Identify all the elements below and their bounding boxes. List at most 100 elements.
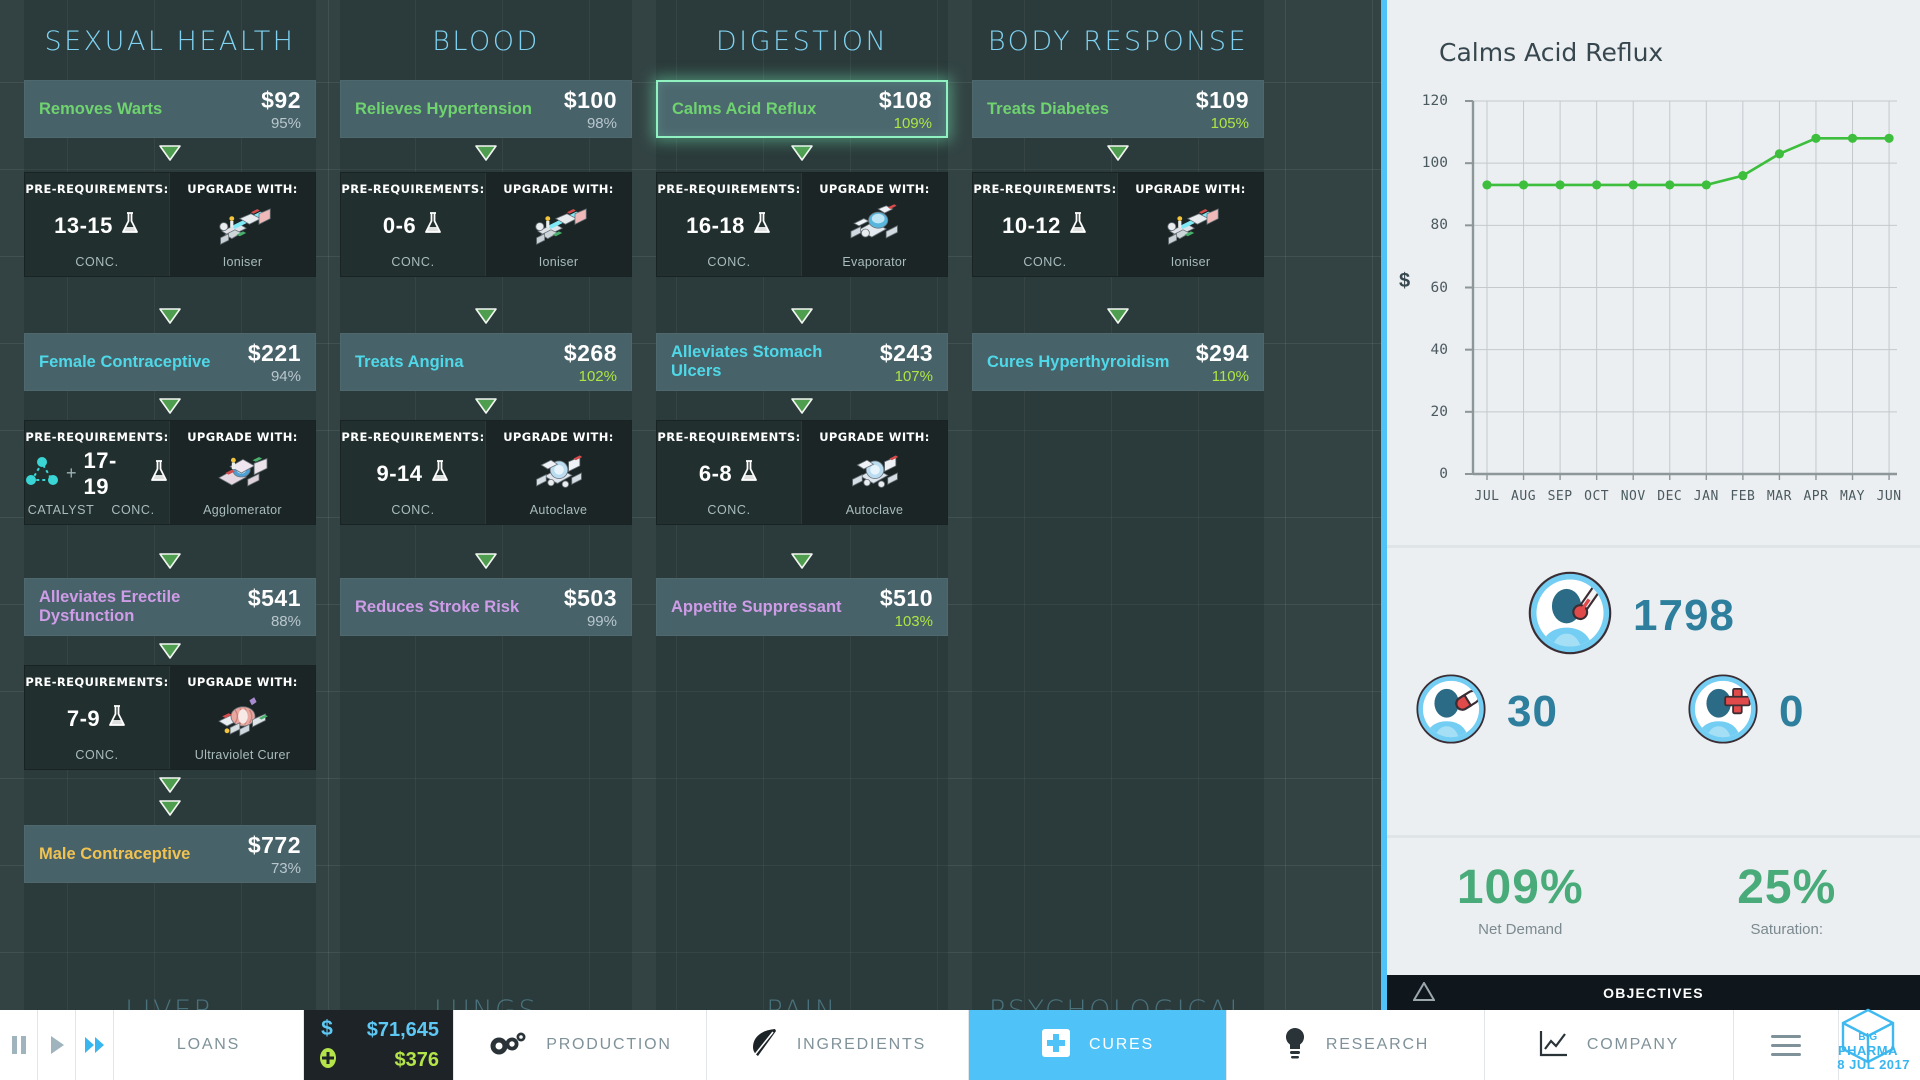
requirement-value: 6-8 <box>698 460 733 486</box>
chart-title: Calms Acid Reflux <box>1439 38 1664 67</box>
cure-name: Appetite Suppressant <box>671 597 842 616</box>
play-icon <box>50 1036 64 1054</box>
cure-percent: 98% <box>586 114 617 132</box>
cure-price: $772 <box>247 831 301 858</box>
connector-arrow <box>474 552 498 570</box>
flask-icon <box>739 459 759 488</box>
cure-price: $510 <box>879 584 933 611</box>
cure-name: Calms Acid Reflux <box>672 99 817 118</box>
cure-name: Alleviates Stomach Ulcers <box>671 343 823 380</box>
cure-name: Removes Warts <box>39 99 163 118</box>
cure-percent: 88% <box>270 612 301 630</box>
saturation-block: 25% Saturation: <box>1654 838 1920 975</box>
connector-arrow <box>474 144 498 162</box>
cure-tile[interactable]: Alleviates Stomach Ulcers $243 107% <box>656 333 948 391</box>
catalyst-icon <box>25 456 59 491</box>
connector-arrow <box>1106 307 1130 325</box>
profit-value: $376 <box>394 1049 440 1071</box>
cure-tile[interactable]: Calms Acid Reflux $108 109% <box>656 80 948 138</box>
catalyst-icon <box>26 457 58 485</box>
connector-arrow <box>474 397 498 415</box>
dollar-icon: $ <box>318 1016 336 1045</box>
cure-price: $108 <box>878 86 932 113</box>
fast-forward-icon <box>84 1037 104 1053</box>
tab-cures-label: CURES <box>1088 1036 1154 1053</box>
cure-price: $221 <box>247 339 301 366</box>
category-title-sexual-health: SEXUAL HEALTH <box>44 26 296 57</box>
cure-tile[interactable]: Female Contraceptive $221 94% <box>24 333 316 391</box>
cures-tree-board[interactable]: SEXUAL HEALTH BLOOD DIGESTION BODY RESPO… <box>0 0 1381 1010</box>
tab-ingredients[interactable]: INGREDIENTS <box>707 1010 969 1080</box>
tab-research[interactable]: RESEARCH <box>1227 1010 1485 1080</box>
cure-tile[interactable]: Reduces Stroke Risk $503 99% <box>340 578 632 636</box>
patient-thermometer-icon <box>1527 570 1613 661</box>
catalyst-label: CATALYST <box>27 503 95 517</box>
net-demand-label: Net Demand <box>1478 921 1563 938</box>
flask-icon <box>431 460 448 481</box>
price-chart-card: Calms Acid Reflux $ 0 20 40 60 80 100 120 JUL AU… <box>1387 0 1920 545</box>
pause-button[interactable] <box>0 1010 38 1080</box>
tab-cures[interactable]: CURES <box>969 1010 1227 1080</box>
play-button[interactable] <box>38 1010 76 1080</box>
cure-tile[interactable]: Relieves Hypertension $100 98% <box>340 80 632 138</box>
cure-name: Relieves Hypertension <box>355 99 532 118</box>
conc-label: CONC. <box>707 255 751 269</box>
saturation-value: 25% <box>1737 861 1837 914</box>
upgrade-with-label: UPGRADE WITH: <box>187 430 298 444</box>
tab-ingredients-label: INGREDIENTS <box>796 1036 927 1053</box>
cure-percent: 110% <box>1211 367 1249 385</box>
flask-icon <box>752 211 772 240</box>
upgrade-with-label: UPGRADE WITH: <box>819 430 930 444</box>
cure-percent: 105% <box>1210 114 1249 132</box>
cure-name: Male Contraceptive <box>39 844 191 863</box>
category-title-digestion: DIGESTION <box>715 26 889 57</box>
cure-tile[interactable]: Cures Hyperthyroidism $294 110% <box>972 333 1264 391</box>
cure-percent: 109% <box>893 114 932 132</box>
cure-price: $541 <box>247 584 301 611</box>
game-date: 8 JUL 2017 <box>1837 1057 1910 1072</box>
cure-tile[interactable]: Appetite Suppressant $510 103% <box>656 578 948 636</box>
requirement-value: 9-14 <box>376 460 423 486</box>
requirement-box: PRE-REQUIREMENTS: 10-12 CONC. UPGRADE WI… <box>972 172 1264 277</box>
requirement-box: PRE-REQUIREMENTS: 16-18 CONC. UPGRADE WI… <box>656 172 948 277</box>
cure-tile[interactable]: Treats Angina $268 102% <box>340 333 632 391</box>
chart-x-tick: JUN <box>1876 489 1902 504</box>
pre-requirements-label: PRE-REQUIREMENTS: <box>341 430 485 444</box>
cure-tile[interactable]: Male Contraceptive $772 73% <box>24 825 316 883</box>
connector-arrow <box>158 144 182 162</box>
autoclave-icon <box>486 444 631 503</box>
cash-value: $71,645 <box>366 1019 439 1041</box>
flask-icon <box>151 460 167 481</box>
cure-name: Reduces Stroke Risk <box>355 597 520 616</box>
cure-tile[interactable]: Removes Warts $92 95% <box>24 80 316 138</box>
requirement-value: 7-9 <box>66 705 101 731</box>
connector-arrow <box>1106 144 1130 162</box>
pre-requirements-label: PRE-REQUIREMENTS: <box>973 182 1117 196</box>
flask-icon <box>423 211 443 240</box>
lightbulb-icon <box>1282 1027 1308 1064</box>
net-demand-value: 109% <box>1456 861 1584 914</box>
machine-name: Ioniser <box>1170 255 1211 269</box>
cure-tile[interactable]: Treats Diabetes $109 105% <box>972 80 1264 138</box>
net-demand-block: 109% Net Demand <box>1387 838 1654 975</box>
fast-forward-button[interactable] <box>76 1010 114 1080</box>
flask-icon <box>753 212 770 233</box>
chart-y-tick: 100 <box>1421 155 1448 172</box>
cure-percent: 103% <box>894 612 933 630</box>
cure-tile[interactable]: Alleviates Erectile Dysfunction $541 88% <box>24 578 316 636</box>
requirement-box: PRE-REQUIREMENTS: +17-19 CATALYST CONC. U… <box>24 420 316 525</box>
loans-button[interactable]: LOANS <box>114 1010 304 1080</box>
tab-production[interactable]: PRODUCTION <box>454 1010 707 1080</box>
chart-y-tick: 40 <box>1430 341 1448 358</box>
cure-percent: 99% <box>586 612 617 630</box>
connector-arrow <box>790 307 814 325</box>
tab-company[interactable]: COMPANY <box>1485 1010 1734 1080</box>
category-title-liver: LIVER <box>24 995 316 1010</box>
bottom-toolbar[interactable]: LOANS $ $71,645 $376 PRODUCTION INGREDIE… <box>0 1010 1920 1080</box>
cure-name: Female Contraceptive <box>39 352 211 371</box>
connector-arrow <box>790 397 814 415</box>
conc-label: CONC. <box>391 503 435 517</box>
cure-name: Alleviates Erectile Dysfunction <box>39 588 181 625</box>
conc-label: CONC. <box>75 255 119 269</box>
chart-x-tick: NOV <box>1620 489 1646 504</box>
